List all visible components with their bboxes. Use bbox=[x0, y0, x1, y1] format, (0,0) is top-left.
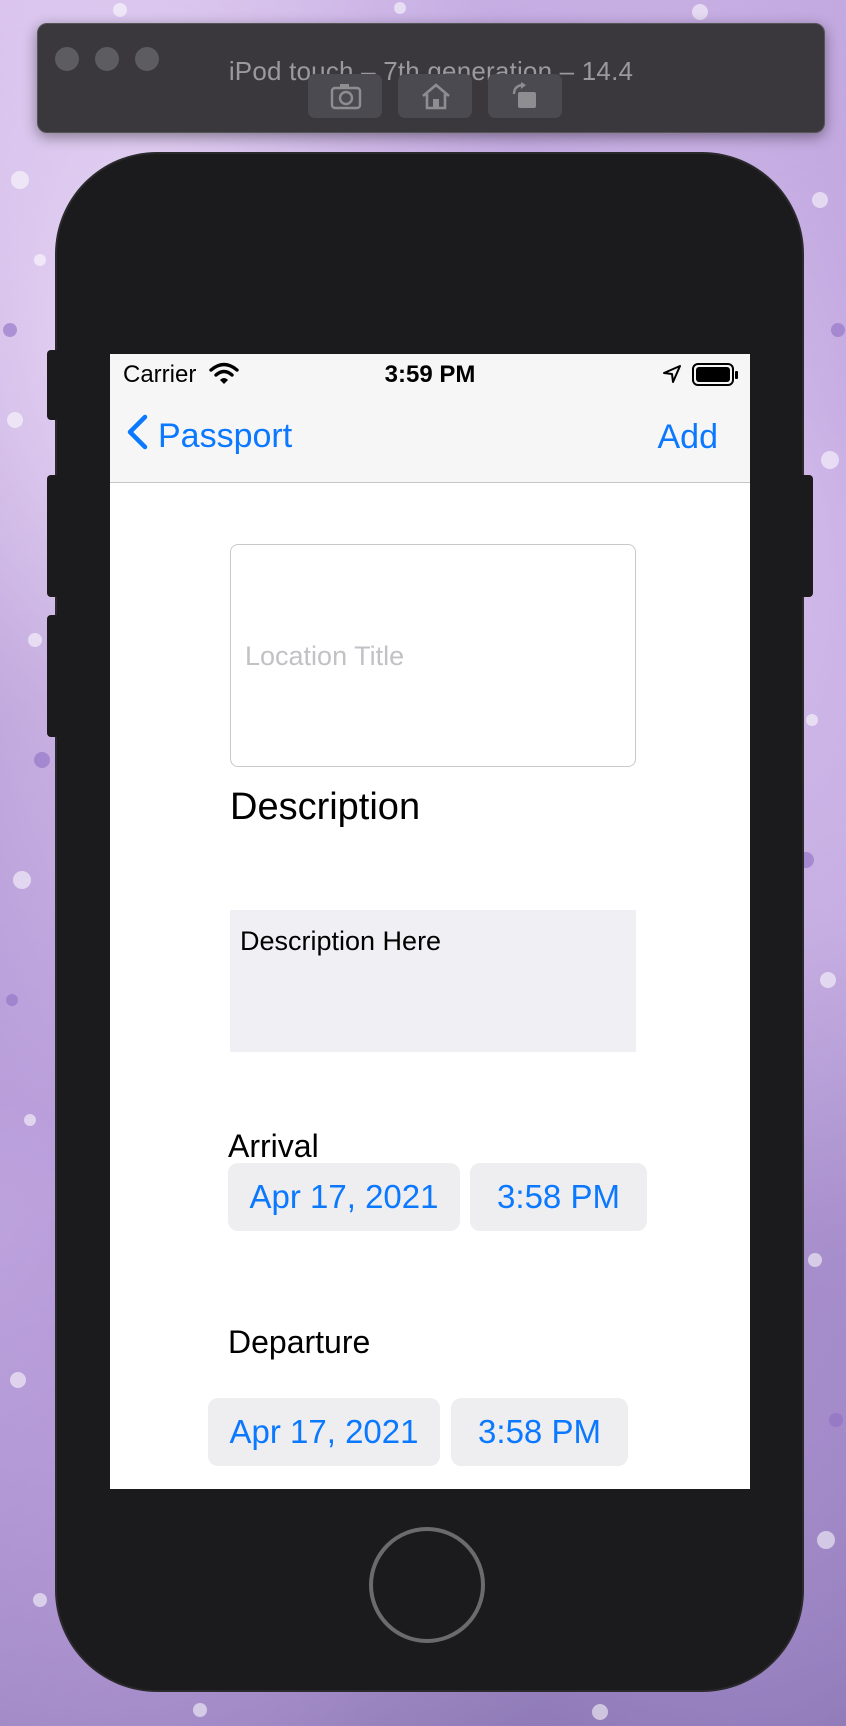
home-button[interactable] bbox=[398, 74, 472, 118]
departure-time-picker[interactable]: 3:58 PM bbox=[451, 1398, 628, 1466]
arrival-date-picker[interactable]: Apr 17, 2021 bbox=[228, 1163, 460, 1231]
description-heading: Description bbox=[230, 786, 421, 828]
location-title-field[interactable] bbox=[230, 544, 636, 768]
mute-switch bbox=[47, 350, 59, 420]
add-button[interactable]: Add bbox=[658, 418, 719, 457]
arrival-time-picker[interactable]: 3:58 PM bbox=[470, 1163, 647, 1231]
navigation-bar: Passport Add bbox=[110, 394, 750, 483]
back-button[interactable]: Passport bbox=[126, 414, 292, 456]
device-home-button[interactable] bbox=[369, 1527, 485, 1643]
volume-down-button bbox=[47, 615, 59, 737]
back-label: Passport bbox=[158, 417, 293, 455]
rotate-icon bbox=[512, 82, 536, 108]
rotate-button[interactable] bbox=[488, 74, 562, 118]
status-time: 3:59 PM bbox=[384, 361, 476, 388]
location-arrow-icon bbox=[663, 365, 681, 383]
description-text-area[interactable]: Description Here bbox=[230, 910, 636, 1052]
simulator-title-bar: iPod touch – 7th generation – 14.4 bbox=[37, 23, 825, 133]
battery-icon bbox=[692, 363, 738, 386]
power-button bbox=[797, 475, 813, 597]
camera-icon bbox=[330, 84, 362, 110]
arrival-label: Arrival bbox=[228, 1128, 319, 1164]
app-screen: Carrier 3:59 PM Passport Add Description bbox=[110, 354, 750, 1489]
screenshot-button[interactable] bbox=[308, 74, 382, 118]
departure-label: Departure bbox=[228, 1324, 371, 1360]
volume-up-button bbox=[47, 475, 59, 597]
status-bar: Carrier 3:59 PM bbox=[110, 354, 750, 394]
location-title-input[interactable] bbox=[243, 545, 627, 768]
departure-date-picker[interactable]: Apr 17, 2021 bbox=[208, 1398, 440, 1466]
chevron-left-icon bbox=[127, 414, 148, 450]
home-icon bbox=[422, 83, 450, 110]
